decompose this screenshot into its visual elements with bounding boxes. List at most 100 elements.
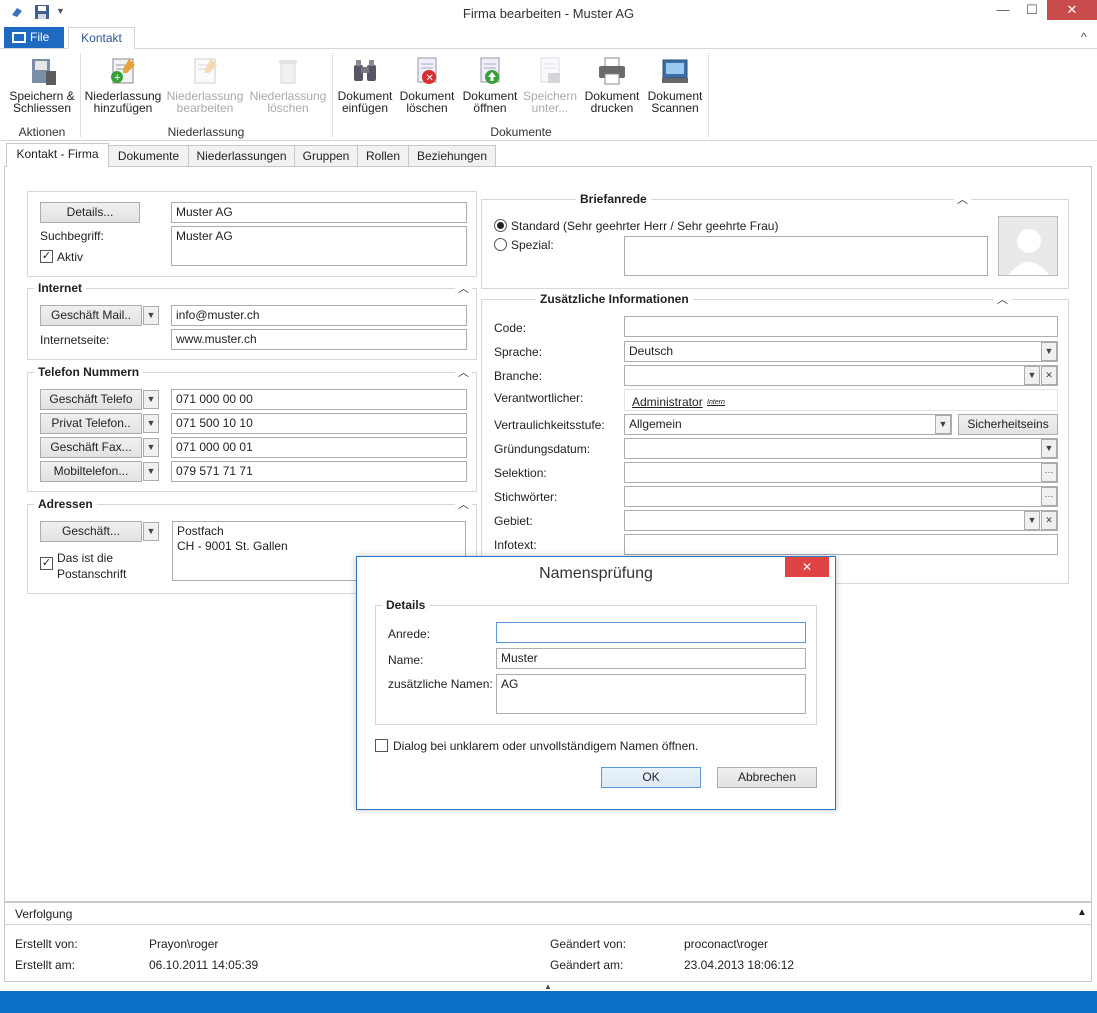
phone-type-dropdown-icon[interactable]: ▼ [143,462,159,481]
security-settings-button[interactable]: Sicherheitseins [958,414,1058,435]
ok-button[interactable]: OK [601,767,701,788]
delete-document-button[interactable]: ✕ Dokument löschen [398,55,456,114]
address-type-dropdown-icon[interactable]: ▼ [143,522,159,541]
phone-type-button[interactable]: Geschäft Fax... [40,437,142,458]
language-label: Sprache: [494,345,543,359]
phone-type-dropdown-icon[interactable]: ▼ [143,414,159,433]
language-dropdown-icon[interactable]: ▼ [1041,342,1057,361]
salutation-field-label: Anrede: [388,627,431,641]
mail-type-button[interactable]: Geschäft Mail.. [40,305,142,326]
website-input[interactable]: www.muster.ch [171,329,467,350]
tab-groups[interactable]: Gruppen [294,145,358,166]
keywords-ellipsis-button[interactable]: ··· [1041,487,1057,506]
tab-branches[interactable]: Niederlassungen [188,145,295,166]
phone-type-dropdown-icon[interactable]: ▼ [143,390,159,409]
dialog-close-button[interactable]: ✕ [785,557,829,577]
ribbon-separator [80,53,81,137]
phone-input[interactable]: 071 000 00 01 [171,437,467,458]
print-document-button[interactable]: Dokument drucken [582,55,642,114]
mail-input[interactable]: info@muster.ch [171,305,467,326]
responsible-value[interactable]: Administrator [632,395,703,409]
save-close-button[interactable]: Speichern & Schliessen [6,55,78,114]
insert-document-button[interactable]: Dokument einfügen [336,55,394,114]
ribbon-collapse-icon[interactable]: ^ [1081,30,1087,44]
selection-ellipsis-button[interactable]: ··· [1041,463,1057,482]
phone-collapse-icon[interactable]: ︿ [455,364,472,380]
special-radio[interactable] [494,238,507,251]
special-textarea[interactable] [624,236,988,276]
code-input[interactable] [624,316,1058,337]
group-label-branch: Niederlassung [167,125,245,139]
edit-branch-button[interactable]: Niederlassung bearbeiten [166,55,244,114]
internet-collapse-icon[interactable]: ︿ [455,280,472,296]
active-checkbox[interactable]: ✓ [40,250,53,263]
phone-type-button[interactable]: Privat Telefon.. [40,413,142,434]
extra-names-textarea[interactable]: AG [496,674,806,714]
search-term-label: Suchbegriff: [40,229,104,243]
file-menu-button[interactable]: File [4,27,64,48]
phone-type-button[interactable]: Geschäft Telefo [40,389,142,410]
tab-contact-company[interactable]: Kontakt - Firma [6,143,109,167]
industry-select[interactable] [624,365,1058,386]
founded-date-input[interactable] [624,438,1058,459]
infotext-label: Infotext: [494,538,537,552]
salutation-field-input[interactable] [496,622,806,643]
open-document-button[interactable]: Dokument öffnen [460,55,520,114]
details-button[interactable]: Details... [40,202,140,223]
created-at-label: Erstellt am: [15,958,76,972]
name-field-input[interactable]: Muster [496,648,806,669]
save-as-button[interactable]: Speichern unter... [521,55,579,114]
ribbon: Speichern & Schliessen + Niederlassung h… [0,49,1097,141]
phone-input[interactable]: 071 000 00 00 [171,389,467,410]
delete-branch-button[interactable]: Niederlassung löschen [248,55,328,114]
open-dialog-checkbox[interactable] [375,739,388,752]
changed-at-value: 23.04.2013 18:06:12 [684,958,795,972]
standard-label: Standard (Sehr geehrter Herr / Sehr geeh… [511,219,779,233]
scan-document-button[interactable]: Dokument Scannen [645,55,705,114]
salutation-collapse-icon[interactable]: ︿ [954,191,971,207]
address-collapse-icon[interactable]: ︿ [455,496,472,512]
area-select[interactable] [624,510,1058,531]
address-type-button[interactable]: Geschäft... [40,521,142,542]
bottom-expand-icon[interactable]: ▲ [544,982,552,991]
industry-clear-icon[interactable]: ✕ [1041,366,1057,385]
tab-roles[interactable]: Rollen [357,145,409,166]
founded-date-dropdown-icon[interactable]: ▼ [1041,439,1057,458]
area-clear-icon[interactable]: ✕ [1041,511,1057,530]
delete-document-icon: ✕ [411,55,443,87]
phone-input[interactable]: 071 500 10 10 [171,413,467,434]
company-name-input[interactable]: Muster AG [171,202,467,223]
search-term-input[interactable]: Muster AG [171,226,467,266]
minimize-button[interactable]: — [988,0,1018,22]
selection-input[interactable] [624,462,1058,483]
svg-text:+: + [114,72,120,84]
phone-input[interactable]: 079 571 71 71 [171,461,467,482]
responsible-field[interactable]: Administrator Intern [624,389,1058,411]
maximize-button[interactable]: ☐ [1018,0,1046,22]
phone-type-button[interactable]: Mobiltelefon... [40,461,142,482]
save-as-icon [534,55,566,87]
keywords-input[interactable] [624,486,1058,507]
confidentiality-label: Vertraulichkeitsstufe: [494,418,605,432]
add-branch-button[interactable]: + Niederlassung hinzufügen [84,55,162,114]
ribbon-tab-kontakt[interactable]: Kontakt [68,27,135,49]
contact-photo[interactable] [998,216,1058,276]
tab-relations[interactable]: Beziehungen [408,145,496,166]
tab-documents[interactable]: Dokumente [108,145,189,166]
tracking-collapse-icon[interactable]: ▲ [1077,907,1087,918]
confidentiality-select[interactable]: Allgemein [624,414,952,435]
standard-radio[interactable] [494,219,507,232]
cancel-button[interactable]: Abbrechen [717,767,817,788]
postal-address-label-2: Postanschrift [57,567,127,581]
additional-info-collapse-icon[interactable]: ︿ [994,291,1011,307]
phone-type-dropdown-icon[interactable]: ▼ [143,438,159,457]
close-button[interactable]: ✕ [1047,0,1097,20]
language-select[interactable]: Deutsch [624,341,1058,362]
infotext-input[interactable] [624,534,1058,555]
responsible-label: Verantwortlicher: [494,391,584,405]
industry-dropdown-icon[interactable]: ▼ [1024,366,1040,385]
area-dropdown-icon[interactable]: ▼ [1024,511,1040,530]
confidentiality-dropdown-icon[interactable]: ▼ [935,415,951,434]
postal-address-checkbox[interactable]: ✓ [40,557,53,570]
mail-type-dropdown-icon[interactable]: ▼ [143,306,159,325]
